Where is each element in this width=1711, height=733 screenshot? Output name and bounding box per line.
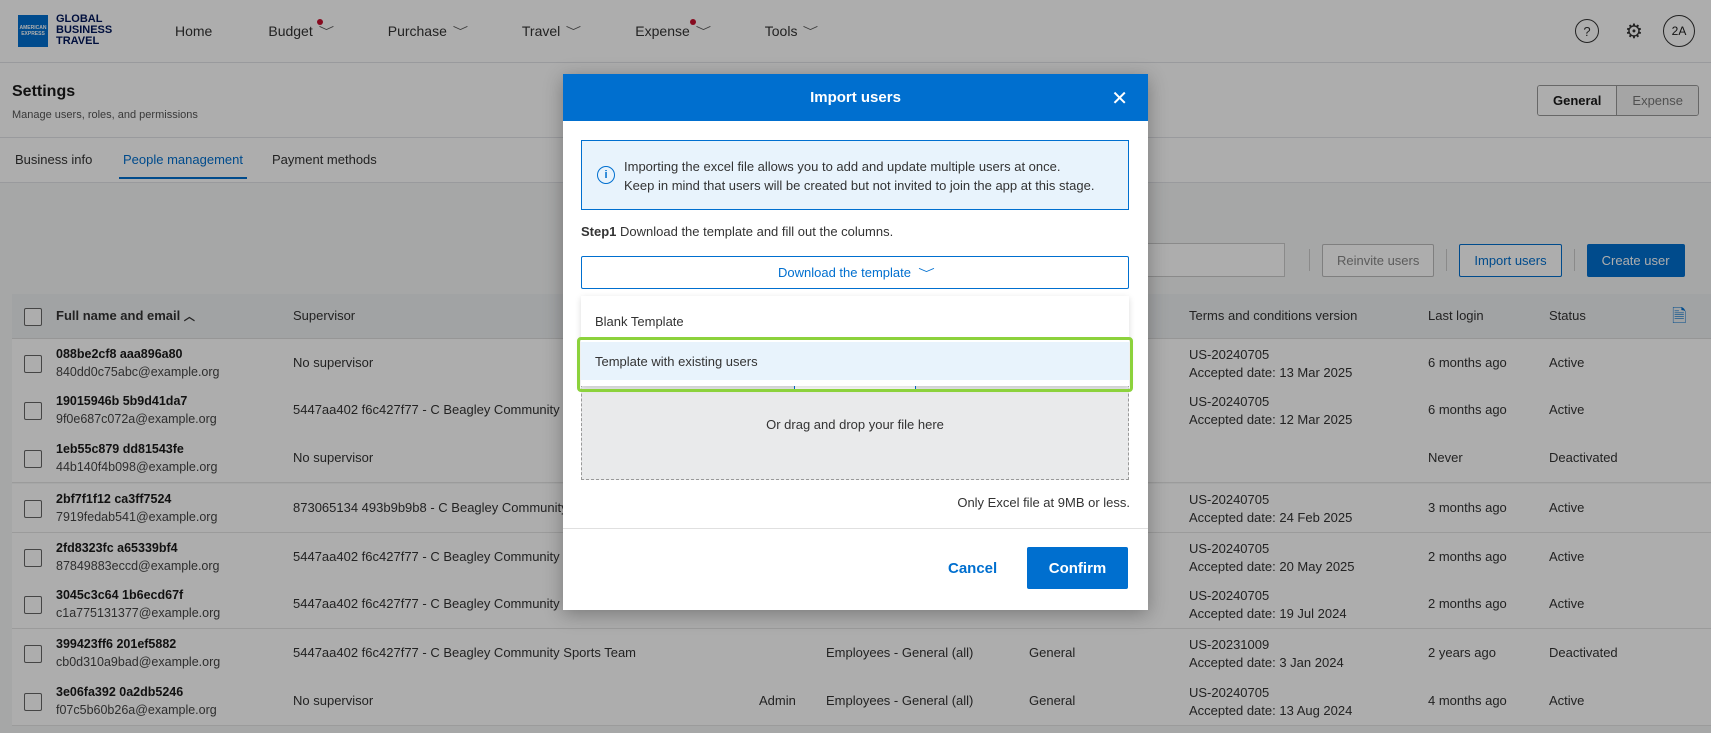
- highlight-outline: [577, 337, 1133, 392]
- cancel-button[interactable]: Cancel: [948, 560, 997, 577]
- download-template-label: Download the template: [778, 265, 911, 280]
- download-template-button[interactable]: Download the template ﹀: [581, 256, 1129, 289]
- divider: [563, 528, 1148, 529]
- menu-item-blank-template[interactable]: Blank Template: [581, 302, 1129, 340]
- step-text: Download the template and fill out the c…: [616, 224, 894, 239]
- file-limit-note: Only Excel file at 9MB or less.: [957, 495, 1130, 510]
- step-label: Step1: [581, 224, 617, 239]
- modal-header: Import users ✕: [563, 74, 1148, 121]
- info-icon: i: [597, 166, 615, 184]
- close-icon[interactable]: ✕: [1111, 86, 1128, 111]
- info-banner: i Importing the excel file allows you to…: [581, 140, 1129, 210]
- confirm-button[interactable]: Confirm: [1027, 547, 1128, 589]
- step-1-instruction: Step1 Download the template and fill out…: [581, 224, 893, 239]
- chevron-down-icon: ﹀: [918, 267, 935, 280]
- info-line-2: Keep in mind that users will be created …: [624, 178, 1095, 193]
- info-line-1: Importing the excel file allows you to a…: [624, 159, 1061, 174]
- info-text: Importing the excel file allows you to a…: [624, 157, 1094, 195]
- modal-title: Import users: [810, 89, 901, 106]
- drop-zone-text: Or drag and drop your file here: [766, 417, 944, 432]
